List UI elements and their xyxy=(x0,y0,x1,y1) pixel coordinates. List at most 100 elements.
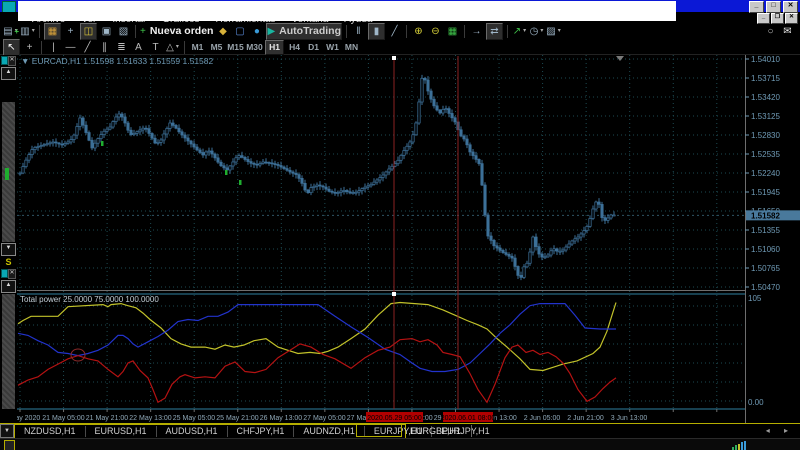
minimized-chart-icon[interactable] xyxy=(4,440,15,450)
timeframe-m1-button[interactable]: M1 xyxy=(189,41,206,54)
dock2-scroll-up-button[interactable]: ▲ xyxy=(1,280,16,293)
line-chart-mode-button[interactable]: ╱ xyxy=(387,24,402,39)
price-label: 1.52240 xyxy=(751,169,780,178)
price-label: 1.50765 xyxy=(751,264,780,273)
indicators-list-dropdown-icon[interactable]: ▾ xyxy=(523,24,526,39)
search-button[interactable]: ○ xyxy=(763,24,778,39)
tab-eurgbp-active[interactable]: EURGBP,H1 xyxy=(410,425,472,437)
tab-chfjpyh1[interactable]: CHFJPY,H1 xyxy=(228,426,295,437)
timeframe-m15-button[interactable]: M15 xyxy=(227,41,244,54)
toolbar-separator xyxy=(41,40,42,54)
timeframe-h1-button[interactable]: H1 xyxy=(265,39,284,55)
dock-collapse-button[interactable]: ▼ xyxy=(0,424,14,438)
text-button[interactable]: A xyxy=(131,40,146,55)
maximize-button[interactable]: □ xyxy=(766,1,781,13)
toolbar-separator xyxy=(135,25,136,38)
time-label: 27 May 05:00 xyxy=(303,415,346,422)
line-chart-mode-icon: ╱ xyxy=(391,26,398,37)
text-label-icon: T xyxy=(152,41,159,53)
toolbar-separator xyxy=(405,25,407,38)
mt4-application-window: { "titlebar": {"accent": "#0b18d6", "but… xyxy=(0,0,800,450)
minimize-button[interactable]: _ xyxy=(749,1,764,13)
mdi-close-button[interactable]: ✕ xyxy=(785,13,798,24)
chart-workspace: ✕ ▲ ▼ S ✕ ▲ ▼ EURCAD,H1 1.51598 1.51633 … xyxy=(0,55,800,423)
tab-nzdusdh1[interactable]: NZDUSD,H1 xyxy=(15,426,86,437)
timeframe-w1-button[interactable]: W1 xyxy=(324,41,341,54)
shapes-button[interactable]: △ ▾ xyxy=(165,40,180,55)
toolbar-separator xyxy=(184,40,185,54)
timeframe-d1-button[interactable]: D1 xyxy=(305,41,322,54)
search-icon: ○ xyxy=(767,26,774,37)
event-time-label: 2020.05.29 05:00 xyxy=(367,415,422,422)
text-label-button[interactable]: T xyxy=(148,40,163,55)
dock-green-marker xyxy=(5,168,9,180)
periods-dropdown-icon[interactable]: ▾ xyxy=(540,24,543,39)
dock-panel1-close-icon[interactable]: ✕ xyxy=(8,55,16,66)
vertical-line-button[interactable]: | xyxy=(46,40,61,55)
timeframe-m30-button[interactable]: M30 xyxy=(246,41,263,54)
horizontal-line-button[interactable]: — xyxy=(63,40,78,55)
templates-dropdown-icon[interactable]: ▾ xyxy=(558,24,561,39)
zoom-out-button[interactable]: ⊖ xyxy=(428,24,443,39)
timeframe-h4-button[interactable]: H4 xyxy=(286,41,303,54)
vertical-line-icon: | xyxy=(52,41,55,53)
mdi-minimize-button[interactable]: _ xyxy=(757,13,770,24)
chart-shift-button[interactable]: ⇄ xyxy=(485,23,503,40)
tile-windows-button[interactable]: ▦ xyxy=(445,24,460,39)
window-controls: _ □ ✕ xyxy=(749,1,798,13)
time-label: 21 May 05:00 xyxy=(42,415,85,422)
cursor-button[interactable]: ↖ xyxy=(3,38,20,56)
toolbar-separator xyxy=(345,25,347,38)
mdi-window-controls: _ ❐ ✕ xyxy=(757,13,798,24)
horizontal-line-icon: — xyxy=(65,41,76,53)
periods-button[interactable]: ◷ ▾ xyxy=(529,24,544,39)
channel-icon: ∥ xyxy=(102,41,107,53)
price-label: 1.53125 xyxy=(751,112,780,121)
indicator-header: Total power 25.0000 75.0000 100.0000 xyxy=(20,295,159,304)
tab-eurusdh1[interactable]: EURUSD,H1 xyxy=(86,426,157,437)
price-label: 1.52830 xyxy=(751,131,780,140)
status-bar xyxy=(0,438,800,450)
templates-icon: ▨ xyxy=(546,26,556,37)
chat-button[interactable]: ✉ xyxy=(780,24,795,39)
dock-scroll-up-button[interactable]: ▲ xyxy=(1,67,16,80)
new-chart-icon: ▤ xyxy=(3,26,13,37)
vline-handle-indicator[interactable] xyxy=(392,292,396,296)
time-label: 21 May 21:00 xyxy=(86,415,129,422)
fibonacci-button[interactable]: ≣ xyxy=(114,40,129,55)
trendline-button[interactable]: ╱ xyxy=(80,40,95,55)
crosshair-button[interactable]: + xyxy=(22,40,37,55)
timeframe-m5-button[interactable]: M5 xyxy=(208,41,225,54)
tab-audusdh1[interactable]: AUDUSD,H1 xyxy=(157,426,228,437)
window-titlebar: _ □ ✕ xyxy=(0,0,800,21)
event-time-label: 2020.06.01 08:00 xyxy=(441,415,496,422)
time-label: 25 May 21:00 xyxy=(216,415,259,422)
dock2-scrollbar-track[interactable] xyxy=(2,294,15,409)
trendline-icon: ╱ xyxy=(84,41,91,53)
text-icon: A xyxy=(135,41,142,53)
toolbar-right-group: ○ ✉ xyxy=(762,24,796,39)
dock-panel2-close-icon[interactable]: ✕ xyxy=(8,268,16,279)
indicator-scale-top: 105 xyxy=(748,294,762,303)
mdi-restore-button[interactable]: ❐ xyxy=(771,13,784,24)
dock-scroll-down-button[interactable]: ▼ xyxy=(1,243,16,256)
channel-button[interactable]: ∥ xyxy=(97,40,112,55)
price-chart-canvas[interactable]: ▼ EURCAD,H1 1.51598 1.51633 1.51559 1.51… xyxy=(17,55,800,423)
crosshair-icon: + xyxy=(26,41,33,53)
tab-audnzdh1[interactable]: AUDNZD,H1 xyxy=(294,426,365,437)
auto-scroll-button[interactable]: → xyxy=(469,24,484,39)
zoom-in-button[interactable]: ⊕ xyxy=(411,24,426,39)
price-label: 1.53420 xyxy=(751,93,780,102)
indicators-list-button[interactable]: ↗ ▾ xyxy=(512,24,527,39)
vline-handle-top[interactable] xyxy=(392,56,396,60)
templates-button[interactable]: ▨ ▾ xyxy=(546,24,561,39)
dock-scrollbar-track[interactable] xyxy=(2,102,15,242)
dock-panel2-header: ✕ xyxy=(0,268,17,279)
timeframe-mn-button[interactable]: MN xyxy=(343,41,360,54)
shapes-dropdown-icon[interactable]: ▾ xyxy=(176,40,179,55)
tab-scroll-arrows[interactable]: ◂ ▸ xyxy=(766,426,794,435)
new-chart-button[interactable]: ▤ + ▾ xyxy=(3,24,19,39)
price-label: 1.50470 xyxy=(751,283,780,292)
close-button[interactable]: ✕ xyxy=(783,1,798,13)
auto-scroll-icon: → xyxy=(471,26,482,37)
